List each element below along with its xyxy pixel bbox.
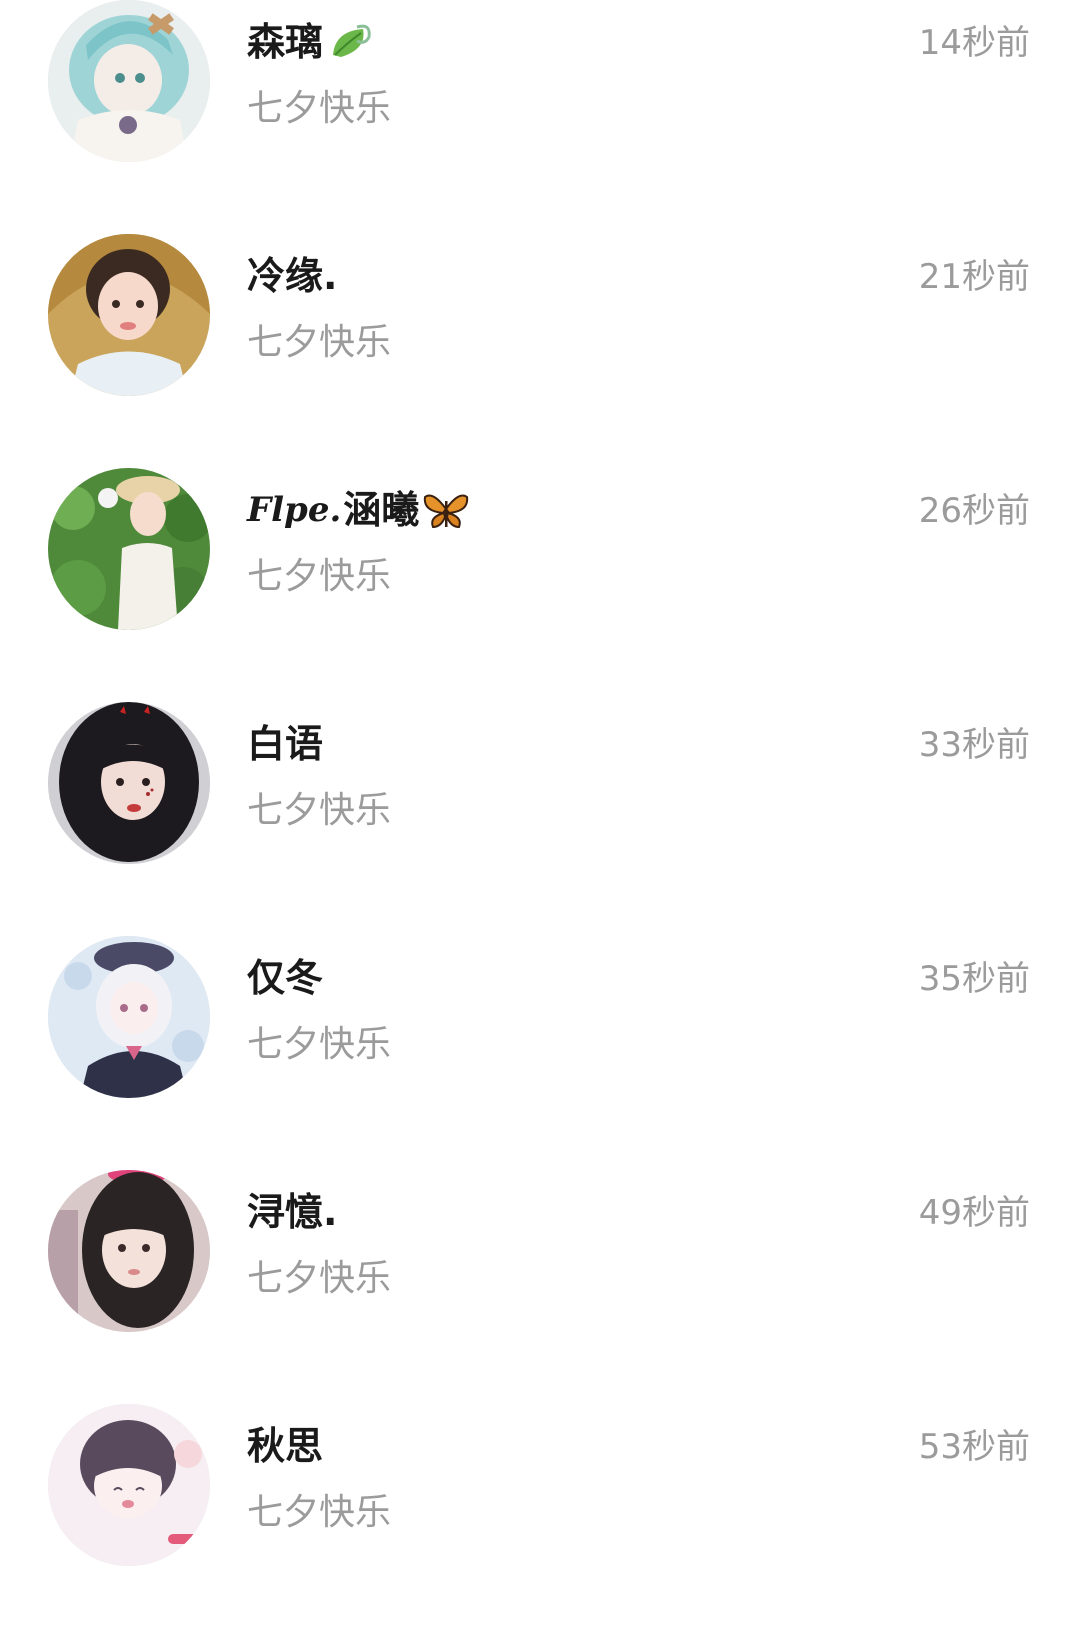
avatar[interactable] — [48, 0, 210, 162]
contact-name: Flpe. 涵曦 — [247, 486, 469, 534]
avatar[interactable] — [48, 702, 210, 864]
timestamp: 53秒前 — [918, 1427, 1030, 1467]
contact-name-text: 森璃 — [247, 20, 324, 64]
contact-name: 冷缘. — [247, 252, 337, 300]
timestamp: 35秒前 — [918, 959, 1030, 999]
conversation-row[interactable]: 森璃 七夕快乐 14秒前 — [0, 0, 1080, 234]
contact-name-text: 仅冬 — [247, 956, 324, 1000]
leaf-icon — [333, 24, 371, 57]
conversation-row[interactable]: 浔憶. 七夕快乐 49秒前 — [0, 1170, 1080, 1404]
girl-in-straw-avatar — [48, 234, 210, 396]
contact-name: 浔憶. — [247, 1188, 337, 1236]
timestamp: 26秒前 — [918, 491, 1030, 531]
anime-white-hair-girl-avatar — [48, 936, 210, 1098]
last-message: 七夕快乐 — [247, 1492, 392, 1533]
dark-hair-girl-avatar — [48, 702, 210, 864]
timestamp: 14秒前 — [918, 23, 1030, 63]
contact-name: 森璃 — [247, 18, 373, 66]
timestamp: 21秒前 — [918, 257, 1030, 297]
contact-name: 秋思 — [247, 1422, 323, 1470]
contact-name-prefix: Flpe. — [247, 490, 342, 530]
conversation-row[interactable]: 白语 七夕快乐 33秒前 — [0, 702, 1080, 936]
contact-name-text: 冷缘. — [247, 254, 338, 298]
conversation-list: 森璃 七夕快乐 14秒前 冷缘. 七夕快乐 21秒前 Flpe. 涵曦 七夕快乐… — [0, 0, 1080, 1566]
avatar[interactable] — [48, 1170, 210, 1332]
last-message: 七夕快乐 — [247, 1258, 392, 1299]
timestamp: 33秒前 — [918, 725, 1030, 765]
anime-chibi-girl-avatar — [48, 1404, 210, 1566]
contact-name-text: 浔憶. — [247, 1190, 338, 1234]
contact-name: 白语 — [247, 720, 323, 768]
girl-in-garden-avatar — [48, 468, 210, 630]
contact-name-text: 秋思 — [247, 1424, 324, 1468]
last-message: 七夕快乐 — [247, 790, 392, 831]
contact-name-text: 涵曦 — [343, 488, 420, 532]
conversation-row[interactable]: 秋思 七夕快乐 53秒前 — [0, 1404, 1080, 1638]
last-message: 七夕快乐 — [247, 322, 392, 363]
last-message: 七夕快乐 — [247, 1024, 392, 1065]
contact-name: 仅冬 — [247, 954, 323, 1002]
last-message: 七夕快乐 — [247, 556, 392, 597]
avatar[interactable] — [48, 468, 210, 630]
conversation-row[interactable]: Flpe. 涵曦 七夕快乐 26秒前 — [0, 468, 1080, 702]
timestamp: 49秒前 — [918, 1193, 1030, 1233]
anime-girl-teal-hair-avatar — [48, 0, 210, 162]
girl-with-bangs-avatar — [48, 1170, 210, 1332]
avatar[interactable] — [48, 234, 210, 396]
butterfly-icon — [424, 494, 469, 529]
avatar[interactable] — [48, 936, 210, 1098]
conversation-row[interactable]: 仅冬 七夕快乐 35秒前 — [0, 936, 1080, 1170]
last-message: 七夕快乐 — [247, 88, 392, 129]
avatar[interactable] — [48, 1404, 210, 1566]
conversation-row[interactable]: 冷缘. 七夕快乐 21秒前 — [0, 234, 1080, 468]
contact-name-text: 白语 — [247, 722, 324, 766]
